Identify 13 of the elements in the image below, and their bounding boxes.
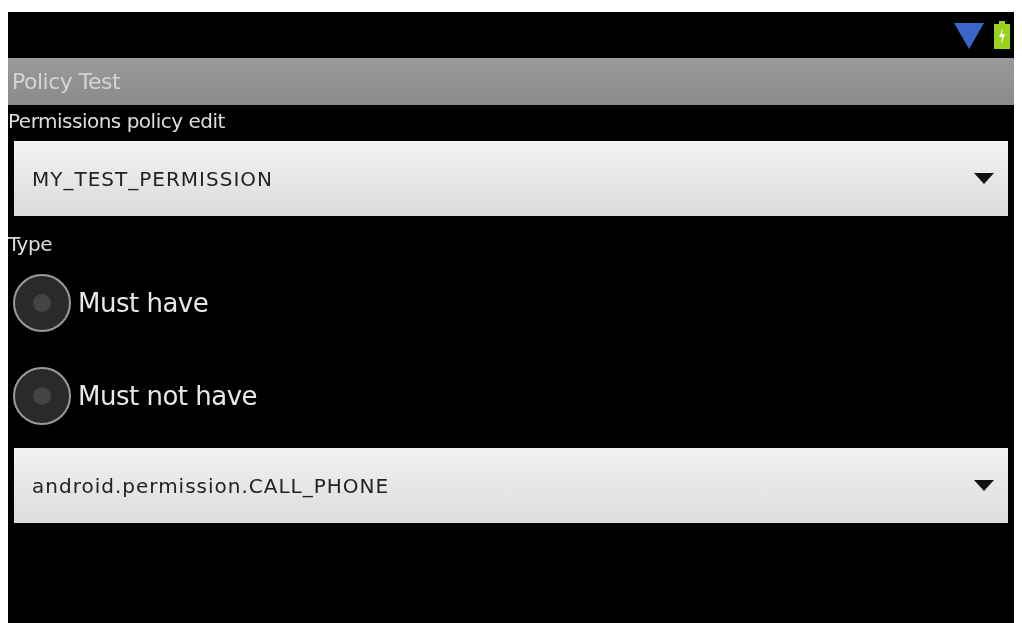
window-title: Policy Test <box>12 69 121 94</box>
dropdown-arrow-icon <box>974 480 994 491</box>
radio-button-icon <box>12 272 72 333</box>
section-label: Type <box>8 232 52 256</box>
dropdown[interactable]: MY_TEST_PERMISSION <box>14 141 1008 216</box>
section-label: Permissions policy edit <box>8 109 225 133</box>
dropdown-arrow-icon <box>974 173 994 184</box>
wifi-signal-icon <box>954 20 984 50</box>
radio-option[interactable]: Must have <box>8 256 1014 349</box>
radio-option[interactable]: Must not have <box>8 349 1014 442</box>
dropdown[interactable]: android.permission.CALL_PHONE <box>14 448 1008 523</box>
radio-button-icon <box>12 365 72 426</box>
battery-charging-icon <box>994 21 1010 49</box>
